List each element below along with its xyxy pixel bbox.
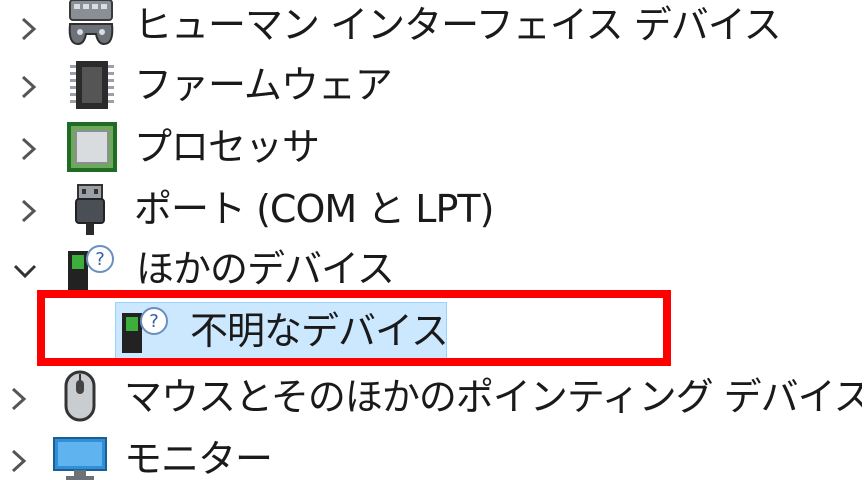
- firmware-chip-icon: [64, 57, 120, 113]
- chevron-right-icon[interactable]: [12, 12, 46, 46]
- tree-item-hid[interactable]: ヒューマン インターフェイス デバイス: [0, 0, 862, 54]
- svg-text:?: ?: [95, 249, 105, 270]
- tree-item-ports[interactable]: ポート (COM と LPT): [0, 178, 862, 240]
- chevron-down-icon[interactable]: [8, 254, 42, 288]
- port-icon: [62, 181, 118, 237]
- mouse-icon: [52, 368, 108, 424]
- chevron-right-icon[interactable]: [12, 70, 46, 104]
- device-tree: ヒューマン インターフェイス デバイス ファームウェア プロセッサ ポート (C…: [0, 0, 862, 489]
- monitor-icon: [52, 430, 108, 486]
- tree-item-monitors[interactable]: モニター: [0, 428, 862, 489]
- annotation-highlight-box: [37, 290, 671, 366]
- chevron-right-icon[interactable]: [2, 444, 36, 478]
- tree-item-label: マウスとそのほかのポインティング デバイス: [124, 375, 862, 419]
- chevron-right-icon[interactable]: [2, 382, 36, 416]
- processor-icon: [64, 119, 120, 175]
- tree-item-firmware[interactable]: ファームウェア: [0, 54, 862, 116]
- chevron-right-icon[interactable]: [12, 132, 46, 166]
- hid-icon: [64, 0, 120, 50]
- tree-item-label: モニター: [124, 437, 273, 481]
- tree-item-processor[interactable]: プロセッサ: [0, 116, 862, 178]
- tree-item-mice[interactable]: マウスとそのほかのポインティング デバイス: [0, 364, 862, 426]
- unknown-device-icon: ?: [62, 241, 118, 297]
- chevron-right-icon[interactable]: [12, 194, 46, 228]
- tree-item-label: ほかのデバイス: [136, 247, 395, 291]
- tree-item-label: ヒューマン インターフェイス デバイス: [134, 3, 782, 47]
- tree-item-label: ポート (COM と LPT): [134, 187, 494, 231]
- tree-item-label: プロセッサ: [134, 125, 320, 169]
- tree-item-label: ファームウェア: [134, 63, 393, 107]
